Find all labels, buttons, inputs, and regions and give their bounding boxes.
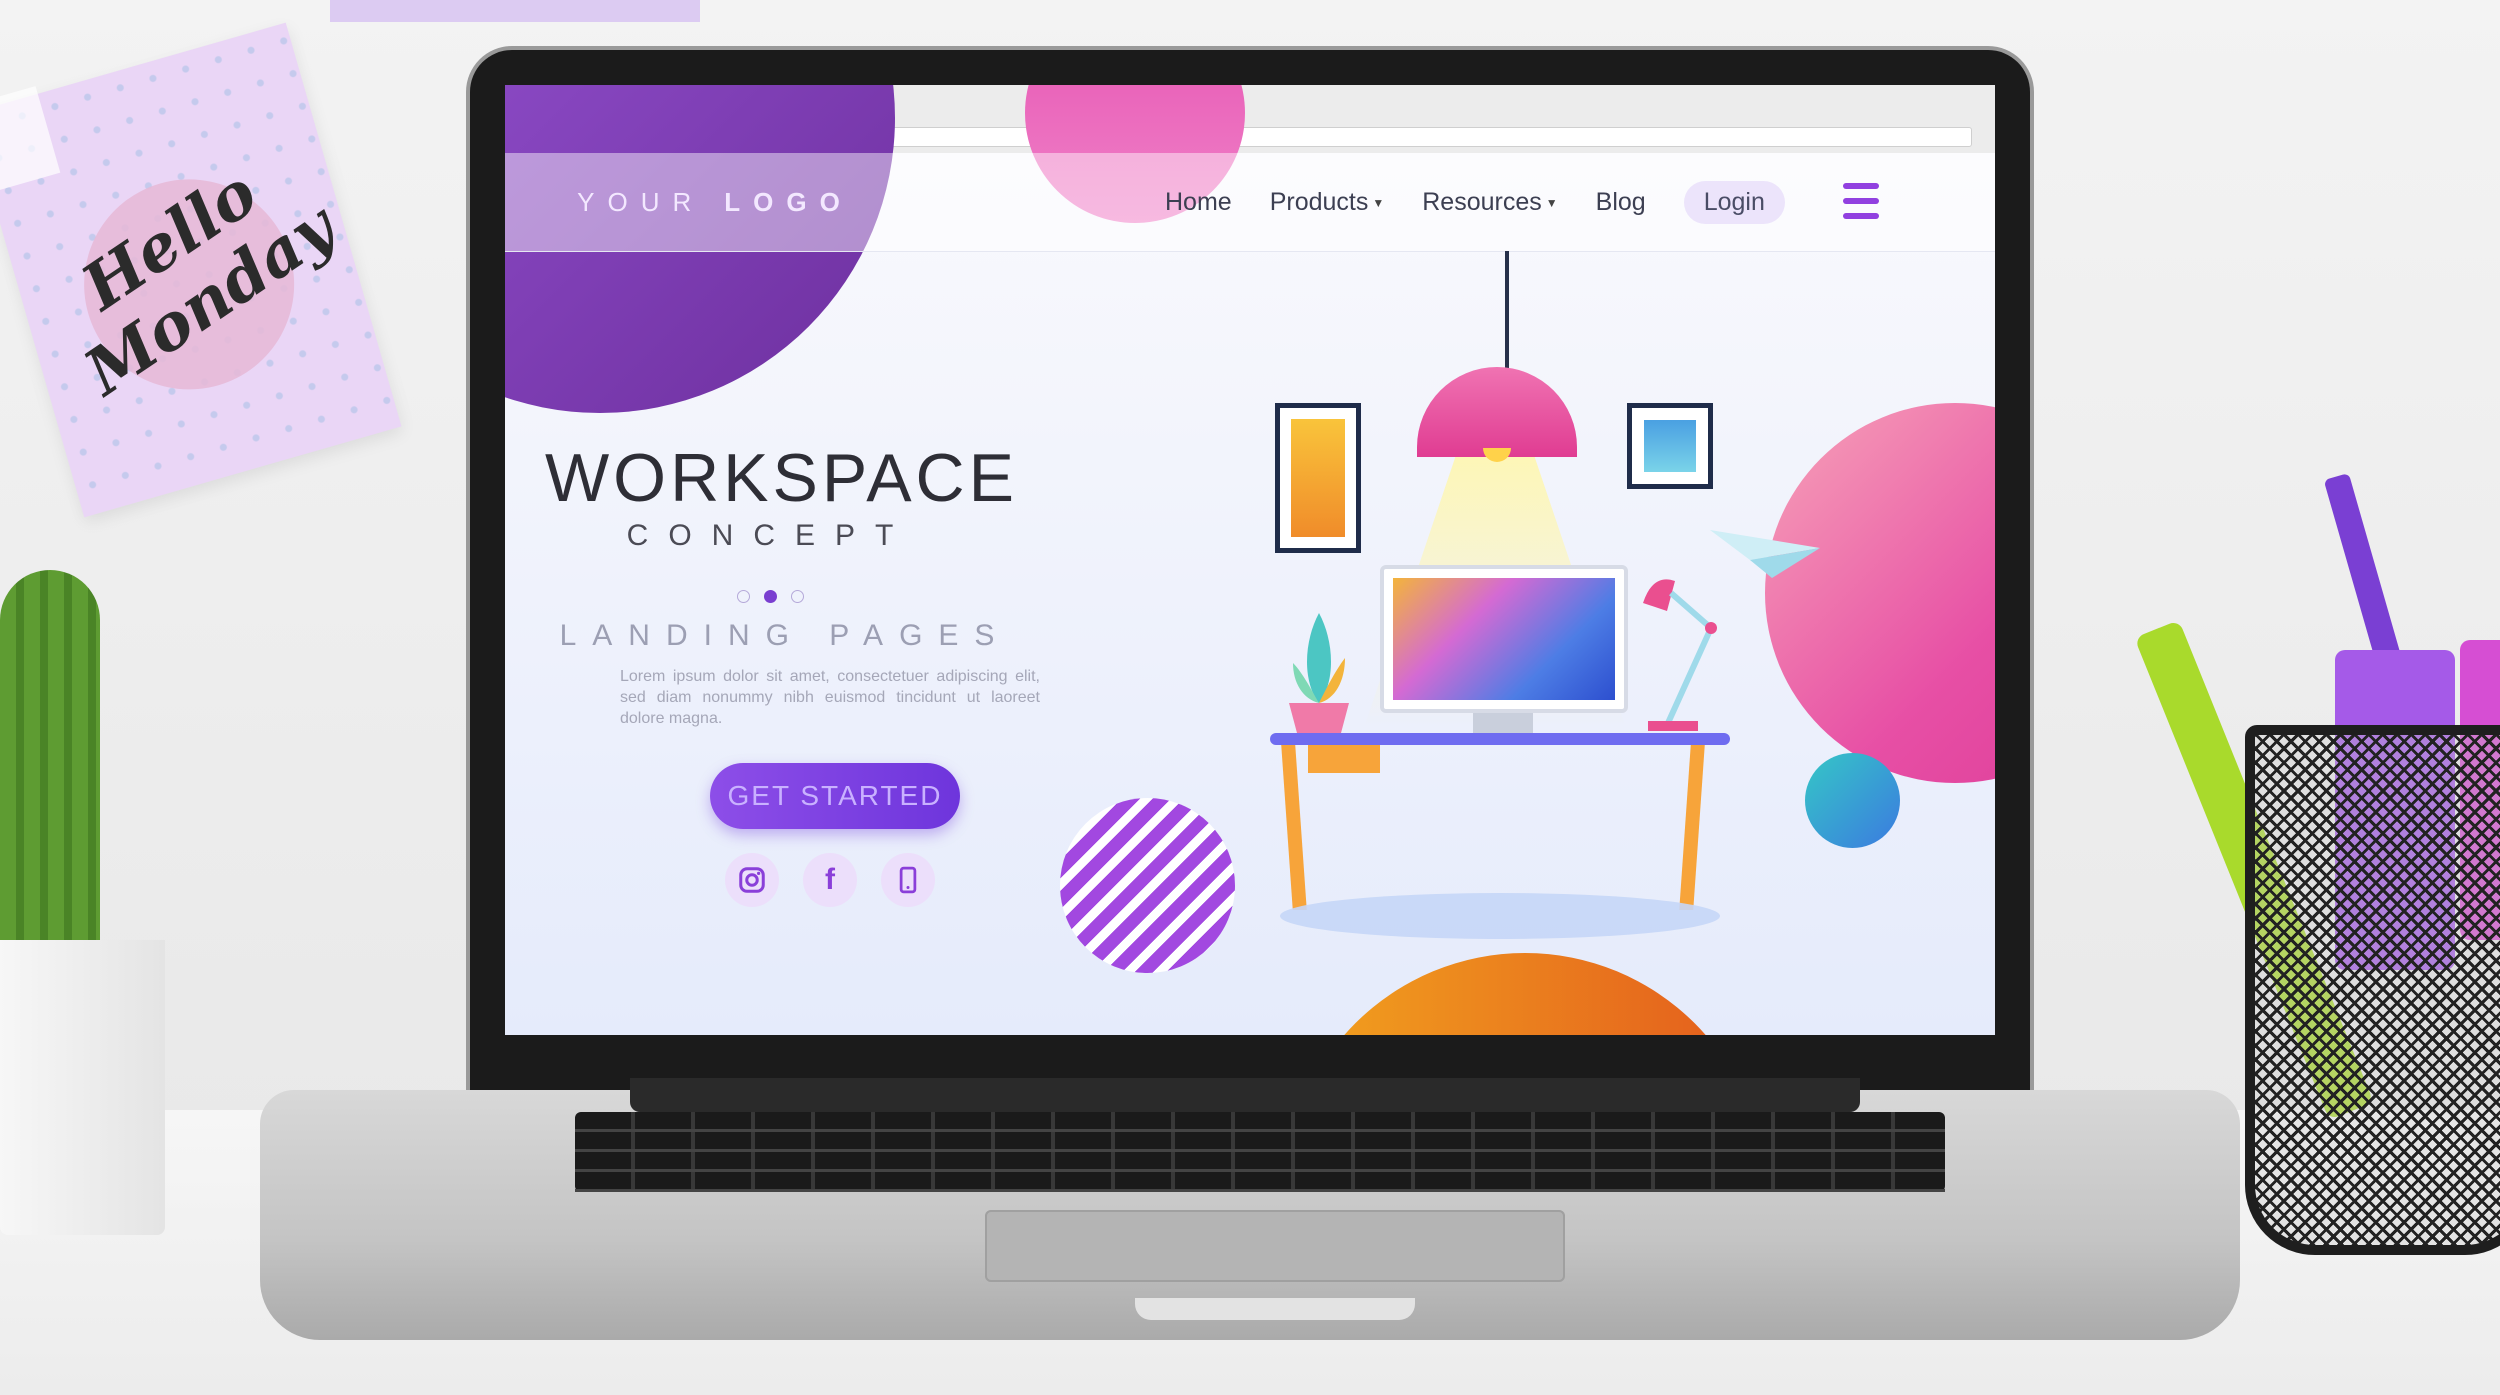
potted-plant-icon [1289,613,1349,733]
picture-frame-tall [1275,403,1361,553]
pendant-lamp [1417,367,1577,457]
instagram-icon[interactable] [725,853,779,907]
instagram-glyph [739,867,765,893]
lamp-cord [1505,251,1509,381]
hero-title: WORKSPACE [545,440,1019,516]
teal-circle [1805,753,1900,848]
laptop-hinge [630,1078,1860,1112]
login-button[interactable]: Login [1683,180,1785,224]
monitor-screen [1393,578,1615,700]
cactus-pot [0,940,165,1235]
nav-products-label: Products [1269,187,1369,216]
nav-products[interactable]: Products ▼ [1270,188,1385,217]
facebook-icon[interactable]: f [803,853,857,907]
mobile-icon[interactable] [881,853,935,907]
hero-subtitle: CONCEPT [626,519,914,552]
pink-circle [1765,403,1995,783]
social-links: f [725,853,935,907]
carousel-indicators [505,590,1035,603]
landing-page: YOUR LOGO Home Products ▼ Resources ▼ Blog… [505,85,1995,1035]
carousel-dot[interactable] [736,590,750,603]
laptop-screen: ●●● ← → ⟳ ⌂ YOUR LOGO Home Products▼ Res… [505,85,1995,1035]
pen-holder [2245,725,2500,1255]
desk-lamp-icon [1643,579,1717,731]
nav-home[interactable]: Home [1165,188,1232,217]
desk-top [1270,733,1730,745]
menu-line [1843,213,1879,219]
frame-art-blue [1644,420,1696,472]
desk-leg-right [1679,745,1705,910]
paper-plane-icon [1710,530,1820,578]
desk-leg-left [1281,745,1307,910]
hero-body-text: Lorem ipsum dolor sit amet, consectetuer… [620,668,1040,727]
sticky-note-top [330,0,700,22]
nav-resources[interactable]: Resources ▼ [1422,188,1557,217]
menu-line [1843,198,1879,204]
nav-blog-label: Blog [1595,187,1646,216]
caret-down-icon: ▼ [1372,195,1385,210]
menu-line [1843,183,1879,189]
nav-resources-label: Resources [1422,187,1542,216]
nav-blog[interactable]: Blog [1596,188,1646,217]
hamburger-menu-icon[interactable] [1843,183,1879,219]
illustration-monitor [1380,565,1628,713]
main-nav: Home Products ▼ Resources ▼ Blog Login [1165,153,1785,251]
keyboard-rows [575,1112,1945,1192]
floor-shadow [1280,893,1720,939]
site-logo[interactable]: YOUR LOGO [505,153,925,251]
trackpad[interactable] [985,1210,1565,1282]
desk-drawer [1308,745,1380,773]
hero-tagline: LANDING PAGES [559,619,1011,652]
caret-down-icon: ▼ [1545,195,1558,210]
mobile-glyph [899,866,917,894]
carousel-dot[interactable] [790,590,804,603]
logo-word-2: LOGO [724,186,853,217]
laptop-notch [1135,1298,1415,1320]
frame-art-orange [1291,419,1345,537]
orange-semicircle [1285,953,1765,1035]
get-started-button[interactable]: GET STARTED [710,763,960,829]
logo-word-1: YOUR [577,186,705,217]
striped-circle [1060,798,1235,973]
carousel-dot-active[interactable] [763,590,777,603]
cactus [0,570,100,950]
picture-frame-square [1627,403,1713,489]
nav-home-label: Home [1165,187,1232,216]
